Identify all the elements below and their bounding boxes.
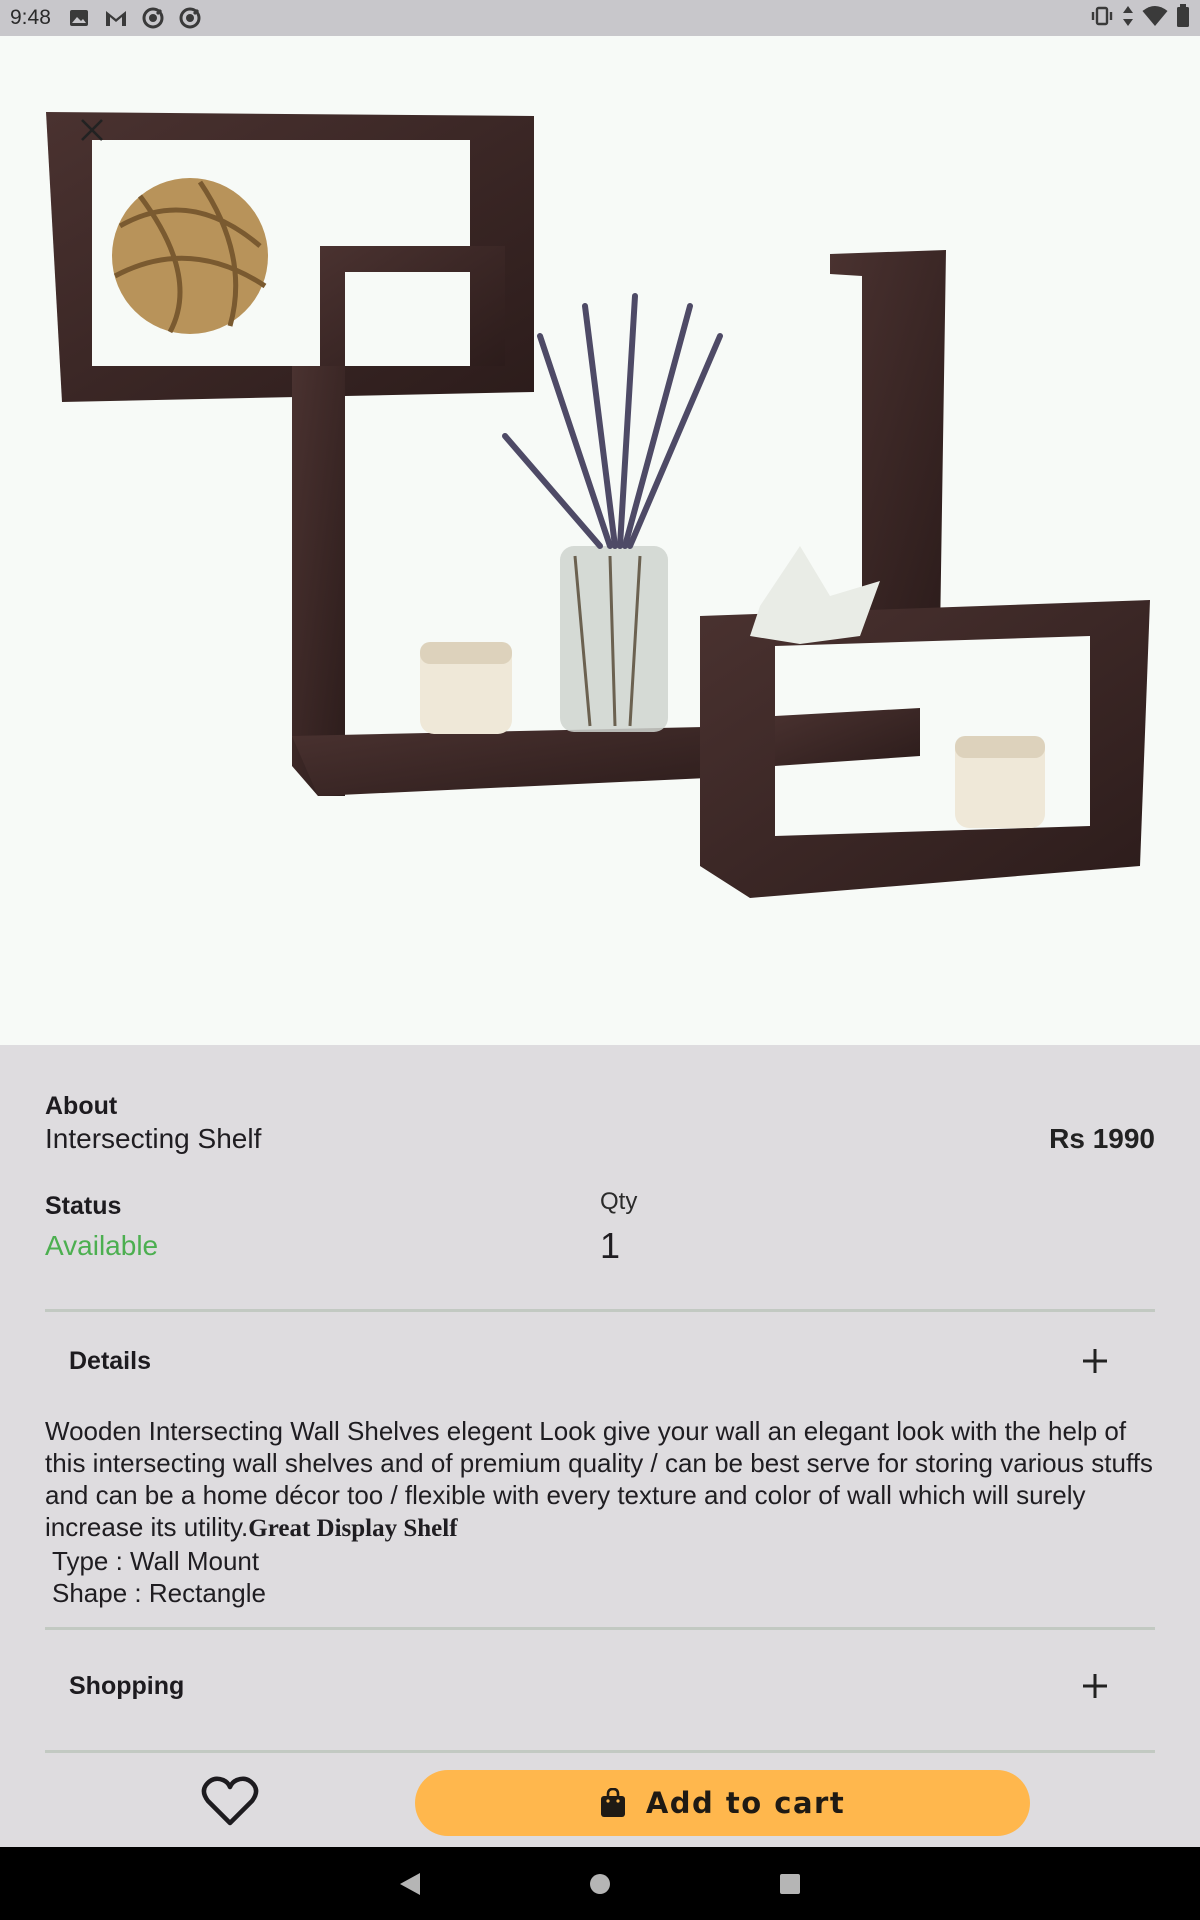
product-name: Intersecting Shelf (45, 1123, 262, 1154)
vibrate-icon (1090, 6, 1114, 31)
product-price: Rs 1990 (1049, 1123, 1155, 1154)
about-label: About (45, 1092, 118, 1120)
add-to-cart-button[interactable]: Add to cart (415, 1770, 1030, 1836)
wall-shelf-product-image (46, 112, 1150, 898)
product-description: Wooden Intersecting Wall Shelves elegent… (45, 1415, 1155, 1609)
image-icon (67, 6, 91, 30)
description-shape: Shape : Rectangle (52, 1578, 266, 1608)
details-section-title: Details (69, 1346, 151, 1375)
sync-icon (178, 6, 202, 30)
shopping-bag-icon (600, 1788, 625, 1817)
description-highlight: Great Display Shelf (248, 1515, 458, 1542)
description-text: Wooden Intersecting Wall Shelves elegent… (45, 1416, 1153, 1542)
status-label: Status (45, 1192, 122, 1220)
gmail-icon (104, 6, 128, 30)
qty-label: Qty (600, 1188, 638, 1215)
divider (45, 1750, 1155, 1753)
recents-button[interactable] (770, 1864, 810, 1904)
back-button[interactable] (390, 1864, 430, 1904)
wifi-icon (1142, 5, 1168, 32)
sync-icon (141, 6, 165, 30)
description-type: Type : Wall Mount (52, 1546, 260, 1576)
shopping-section-title: Shopping (69, 1671, 185, 1700)
home-button[interactable] (580, 1864, 620, 1904)
home-circle-icon (590, 1873, 610, 1894)
details-section-header[interactable]: Details (45, 1331, 1155, 1391)
status-time: 9:48 (10, 6, 51, 29)
divider (45, 1627, 1155, 1630)
product-image-area (0, 36, 1200, 1045)
recents-square-icon (780, 1873, 800, 1894)
favorite-button[interactable] (201, 1775, 259, 1827)
close-icon (81, 119, 103, 141)
battery-icon (1176, 3, 1190, 33)
status-value: Available (45, 1230, 159, 1261)
shopping-section-header[interactable]: Shopping (45, 1656, 1155, 1716)
bottom-action-bar: Add to cart (0, 1755, 1200, 1847)
expand-plus-icon (1083, 1349, 1107, 1373)
close-button[interactable] (73, 111, 111, 149)
expand-plus-icon (1083, 1674, 1107, 1698)
data-arrows-icon (1122, 5, 1134, 32)
qty-value[interactable]: 1 (600, 1225, 620, 1267)
heart-icon (201, 1776, 259, 1826)
divider (45, 1309, 1155, 1312)
back-triangle-icon (400, 1872, 420, 1895)
system-navigation-bar (0, 1847, 1200, 1920)
status-bar: 9:48 (0, 0, 1200, 36)
add-to-cart-label: Add to cart (645, 1786, 846, 1820)
